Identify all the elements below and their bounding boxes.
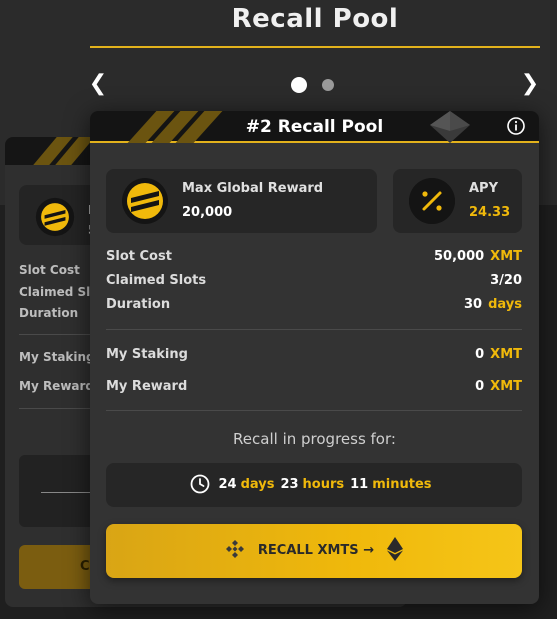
section-divider	[106, 329, 522, 330]
slot-cost-label: Slot Cost	[106, 249, 172, 264]
apy-label: APY	[469, 181, 499, 196]
max-global-reward-value: 20,000	[182, 205, 233, 220]
previous-my-staking-label: My Staking	[19, 350, 95, 364]
my-reward-label: My Reward	[106, 379, 188, 394]
chevron-left-icon[interactable]: ❮	[86, 70, 110, 98]
my-reward-value: 0 XMT	[475, 379, 522, 394]
apy-box: APY 24.33	[393, 169, 522, 233]
recall-xmts-label: RECALL XMTS →	[257, 543, 375, 558]
countdown-hours-unit: hours	[302, 477, 345, 492]
countdown-days: 24	[218, 477, 237, 492]
countdown-days-unit: days	[240, 477, 275, 492]
claimed-slots-value: 3/20	[490, 273, 522, 288]
claimed-slots-row: Claimed Slots 3/20	[106, 273, 522, 293]
recall-xmts-button[interactable]: RECALL XMTS →	[106, 524, 522, 578]
page-title: Recall Pool	[231, 4, 399, 34]
previous-claimed-slots-label: Claimed Slo	[19, 285, 99, 299]
previous-duration-label: Duration	[19, 306, 79, 320]
duration-label: Duration	[106, 297, 171, 312]
carousel-dot-active[interactable]	[291, 77, 307, 93]
my-staking-row: My Staking 0 XMT	[106, 347, 522, 367]
recall-pool-card: #2 Recall Pool Max Global Reward 20,000 …	[90, 111, 539, 604]
previous-slot-cost-label: Slot Cost	[19, 263, 80, 277]
token-logo-icon	[35, 197, 75, 237]
previous-divider	[19, 334, 99, 335]
recall-progress-label: Recall in progress for:	[233, 430, 396, 448]
my-staking-value: 0 XMT	[475, 347, 522, 362]
countdown-minutes: 11	[350, 477, 369, 492]
card-header: #2 Recall Pool	[90, 111, 539, 143]
previous-action-label: C	[80, 559, 90, 574]
max-global-reward-box: Max Global Reward 20,000	[106, 169, 377, 233]
binance-icon	[226, 539, 245, 558]
chevron-right-icon[interactable]: ❯	[518, 70, 542, 98]
ethereum-icon	[386, 536, 403, 561]
previous-my-reward-label: My Reward	[19, 379, 95, 393]
info-icon[interactable]	[507, 117, 525, 135]
max-global-reward-label: Max Global Reward	[182, 181, 324, 196]
clock-icon	[191, 474, 210, 493]
carousel-dot[interactable]	[322, 79, 334, 91]
card-title: #2 Recall Pool	[245, 117, 384, 137]
countdown-minutes-unit: minutes	[372, 477, 432, 492]
previous-divider	[19, 408, 99, 409]
title-underline	[90, 46, 540, 48]
my-reward-row: My Reward 0 XMT	[106, 379, 522, 399]
apy-value: 24.33	[469, 205, 511, 220]
slot-cost-value: 50,000 XMT	[434, 249, 522, 264]
duration-row: Duration 30 days	[106, 297, 522, 317]
slot-cost-row: Slot Cost 50,000 XMT	[106, 249, 522, 269]
recall-countdown: 24 days 23 hours 11 minutes	[106, 463, 522, 507]
duration-value: 30 days	[464, 297, 522, 312]
claimed-slots-label: Claimed Slots	[106, 273, 207, 288]
percent-icon	[409, 178, 455, 224]
section-divider	[106, 410, 522, 411]
token-logo-icon	[122, 178, 168, 224]
countdown-hours: 23	[280, 477, 299, 492]
my-staking-label: My Staking	[106, 347, 188, 362]
